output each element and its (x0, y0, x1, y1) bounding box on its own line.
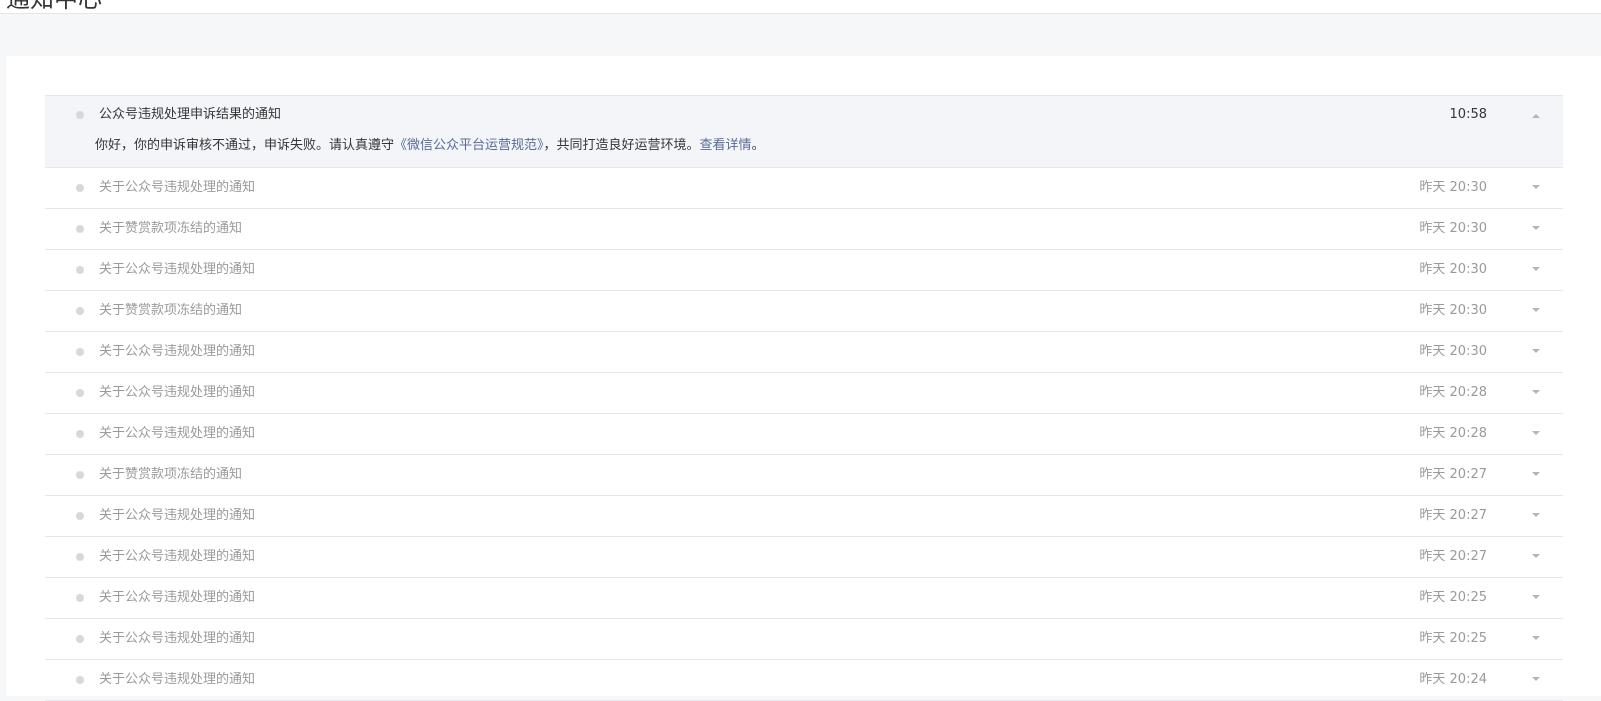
read-status-dot-icon (76, 225, 84, 233)
expand-arrow-icon[interactable] (1532, 554, 1540, 558)
body-middle: ，共同打造良好运营环境。 (543, 138, 700, 153)
notification-item[interactable]: 关于公众号违规处理的通知 昨天 20:30 (45, 250, 1563, 291)
expand-arrow-icon[interactable] (1532, 185, 1540, 189)
notification-item-expanded[interactable]: 公众号违规处理申诉结果的通知 10:58 你好，你的申诉审核不通过，申诉失败。请… (45, 96, 1563, 168)
notification-time: 昨天 20:30 (1419, 262, 1487, 277)
read-status-dot-icon (76, 553, 84, 561)
read-status-dot-icon (76, 266, 84, 274)
read-status-dot-icon (76, 676, 84, 684)
notification-title: 关于公众号违规处理的通知 (99, 385, 256, 400)
expand-arrow-icon[interactable] (1532, 390, 1540, 394)
expand-arrow-icon[interactable] (1532, 513, 1540, 517)
expand-arrow-icon[interactable] (1532, 267, 1540, 271)
notification-time: 10:58 (1449, 107, 1487, 122)
notification-item[interactable]: 关于公众号违规处理的通知 昨天 20:28 (45, 373, 1563, 414)
body-prefix: 你好，你的申诉审核不通过，申诉失败。请认真遵守 (95, 138, 395, 153)
notification-title: 公众号违规处理申诉结果的通知 (99, 107, 282, 122)
notification-list: 公众号违规处理申诉结果的通知 10:58 你好，你的申诉审核不通过，申诉失败。请… (45, 95, 1563, 701)
notification-time: 昨天 20:30 (1419, 303, 1487, 318)
notification-time: 昨天 20:30 (1419, 180, 1487, 195)
notification-title: 关于赞赏款项冻结的通知 (99, 221, 243, 236)
read-status-dot-icon (76, 307, 84, 315)
expand-arrow-icon[interactable] (1532, 349, 1540, 353)
notification-time: 昨天 20:28 (1419, 426, 1487, 441)
expand-arrow-icon[interactable] (1532, 595, 1540, 599)
notification-time: 昨天 20:27 (1419, 467, 1487, 482)
notification-item[interactable]: 关于公众号违规处理的通知 昨天 20:25 (45, 619, 1563, 660)
notification-time: 昨天 20:25 (1419, 631, 1487, 646)
read-status-dot-icon (76, 471, 84, 479)
notification-title: 关于公众号违规处理的通知 (99, 426, 256, 441)
notification-body: 你好，你的申诉审核不通过，申诉失败。请认真遵守《微信公众平台运营规范》，共同打造… (95, 137, 765, 155)
top-bar: 通知中心 (0, 0, 1601, 14)
notification-item[interactable]: 关于赞赏款项冻结的通知 昨天 20:30 (45, 291, 1563, 332)
notification-time: 昨天 20:30 (1419, 344, 1487, 359)
notification-item[interactable]: 关于赞赏款项冻结的通知 昨天 20:30 (45, 209, 1563, 250)
notification-item[interactable]: 关于公众号违规处理的通知 昨天 20:27 (45, 496, 1563, 537)
expand-arrow-icon[interactable] (1532, 226, 1540, 230)
read-status-dot-icon (76, 389, 84, 397)
read-status-dot-icon (76, 635, 84, 643)
notification-title: 关于赞赏款项冻结的通知 (99, 303, 243, 318)
notification-panel: 公众号违规处理申诉结果的通知 10:58 你好，你的申诉审核不通过，申诉失败。请… (6, 56, 1601, 701)
notification-title: 关于公众号违规处理的通知 (99, 631, 256, 646)
notification-time: 昨天 20:27 (1419, 508, 1487, 523)
read-status-dot-icon (76, 348, 84, 356)
collapse-arrow-icon[interactable] (1532, 114, 1540, 118)
notification-title: 关于公众号违规处理的通知 (99, 180, 256, 195)
expand-arrow-icon[interactable] (1532, 431, 1540, 435)
notification-title: 关于公众号违规处理的通知 (99, 344, 256, 359)
notification-item[interactable]: 关于公众号违规处理的通知 昨天 20:27 (45, 537, 1563, 578)
expand-arrow-icon[interactable] (1532, 472, 1540, 476)
notification-title: 关于公众号违规处理的通知 (99, 508, 256, 523)
notification-item[interactable]: 关于公众号违规处理的通知 昨天 20:24 (45, 660, 1563, 701)
notification-item[interactable]: 关于公众号违规处理的通知 昨天 20:30 (45, 168, 1563, 209)
read-status-dot-icon (76, 430, 84, 438)
rules-link[interactable]: 《微信公众平台运营规范》 (394, 138, 544, 153)
notification-title: 关于公众号违规处理的通知 (99, 549, 256, 564)
notification-title: 关于公众号违规处理的通知 (99, 672, 256, 687)
body-suffix: 。 (751, 138, 765, 153)
notification-title: 关于公众号违规处理的通知 (99, 262, 256, 277)
notification-time: 昨天 20:25 (1419, 590, 1487, 605)
expand-arrow-icon[interactable] (1532, 636, 1540, 640)
read-status-dot-icon (76, 512, 84, 520)
notification-title: 关于赞赏款项冻结的通知 (99, 467, 243, 482)
expand-arrow-icon[interactable] (1532, 308, 1540, 312)
read-status-dot-icon (76, 594, 84, 602)
notification-item[interactable]: 关于赞赏款项冻结的通知 昨天 20:27 (45, 455, 1563, 496)
notification-item[interactable]: 关于公众号违规处理的通知 昨天 20:25 (45, 578, 1563, 619)
read-status-dot-icon (76, 184, 84, 192)
expand-arrow-icon[interactable] (1532, 677, 1540, 681)
notification-title: 关于公众号违规处理的通知 (99, 590, 256, 605)
notification-time: 昨天 20:24 (1419, 672, 1487, 687)
read-status-dot-icon (76, 111, 84, 119)
page-title: 通知中心 (6, 0, 102, 13)
notification-item[interactable]: 关于公众号违规处理的通知 昨天 20:28 (45, 414, 1563, 455)
notification-time: 昨天 20:27 (1419, 549, 1487, 564)
notification-time: 昨天 20:28 (1419, 385, 1487, 400)
notification-time: 昨天 20:30 (1419, 221, 1487, 236)
notification-item[interactable]: 关于公众号违规处理的通知 昨天 20:30 (45, 332, 1563, 373)
view-details-link[interactable]: 查看详情 (700, 138, 752, 153)
